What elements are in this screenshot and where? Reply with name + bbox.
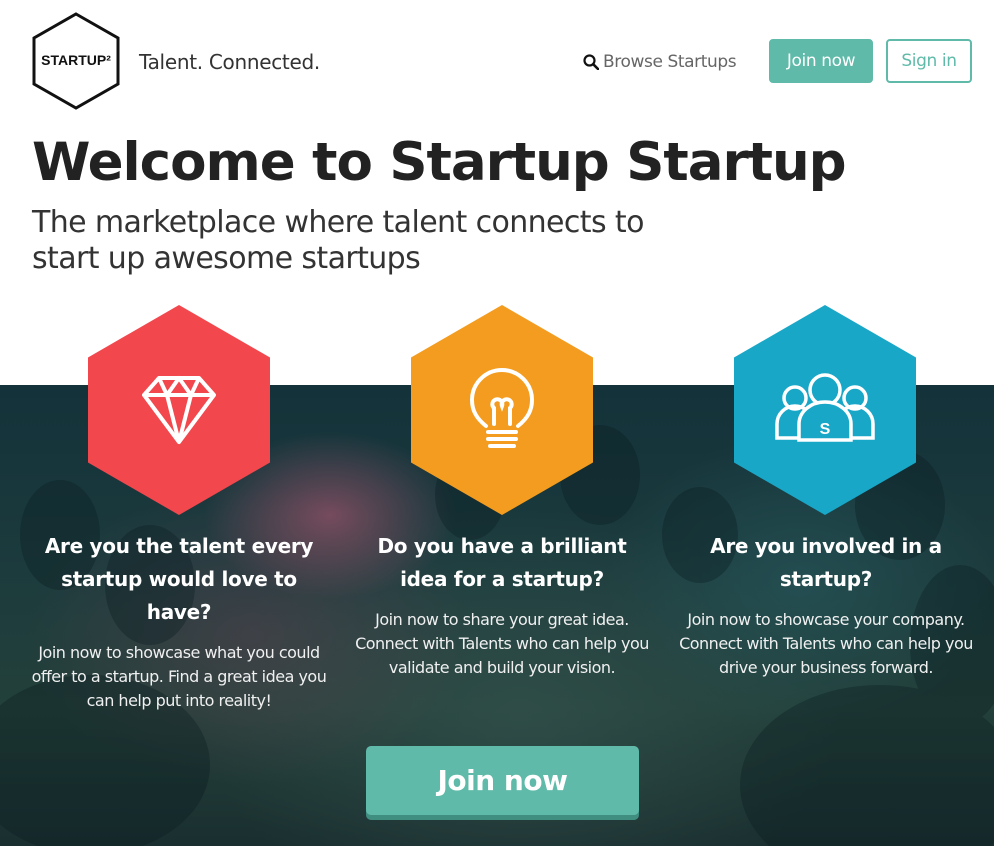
- feature-text: Join now to showcase what you could offe…: [31, 643, 327, 710]
- browse-startups-link[interactable]: Browse Startups: [583, 52, 737, 72]
- join-now-button-header[interactable]: Join now: [769, 39, 873, 83]
- page-subtitle: The marketplace where talent connects to…: [32, 205, 644, 276]
- diamond-icon: [142, 376, 216, 444]
- svg-text:S: S: [820, 421, 831, 438]
- page-title: Welcome to Startup Startup: [32, 132, 847, 193]
- team-icon: S: [775, 373, 875, 442]
- feature-heading: Are you the talent every startup would l…: [44, 534, 314, 624]
- browse-startups-label: Browse Startups: [603, 52, 737, 72]
- sign-in-button[interactable]: Sign in: [886, 39, 972, 83]
- feature-text: Join now to showcase your company. Conne…: [679, 610, 973, 677]
- join-now-button-cta[interactable]: Join now: [366, 746, 639, 815]
- feature-heading: Do you have a brilliant idea for a start…: [377, 534, 627, 591]
- feature-text: Join now to share your great idea. Conne…: [355, 610, 649, 677]
- search-icon: [583, 54, 599, 70]
- feature-talent: Are you the talent every startup would l…: [29, 530, 329, 713]
- logo-text: STARTUP²: [41, 52, 111, 68]
- feature-startup: Are you involved in a startup? Join now …: [676, 530, 976, 680]
- tagline: Talent. Connected.: [139, 50, 320, 74]
- lightbulb-icon: [469, 368, 535, 448]
- feature-idea: Do you have a brilliant idea for a start…: [352, 530, 652, 680]
- startup-logo[interactable]: STARTUP²: [32, 12, 120, 110]
- feature-heading: Are you involved in a startup?: [710, 534, 942, 591]
